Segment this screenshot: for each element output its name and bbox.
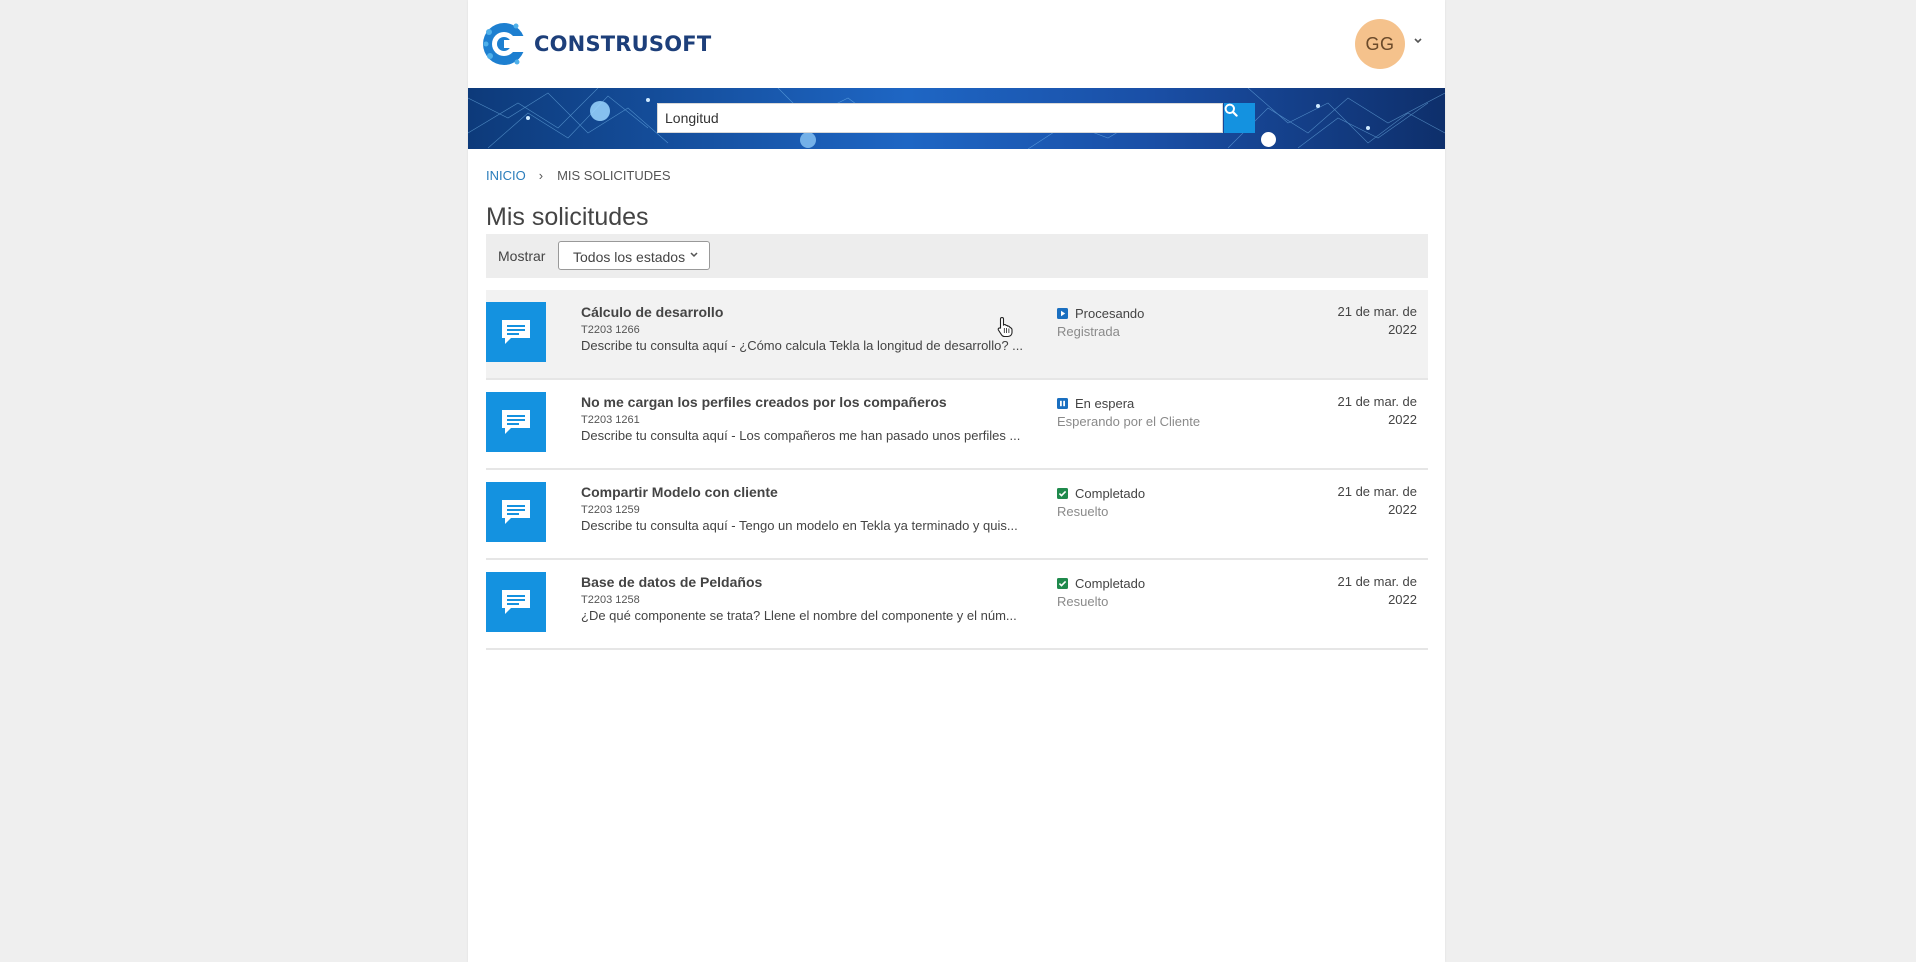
request-date-line2: 2022 xyxy=(1388,502,1417,517)
request-description: Describe tu consulta aquí - Los compañer… xyxy=(581,428,1021,443)
page-container: CONSTRUSOFT GG Longitud INICIO › MIS SOL… xyxy=(468,0,1445,962)
chat-icon xyxy=(486,482,546,542)
breadcrumb-home-link[interactable]: INICIO xyxy=(486,168,526,183)
user-avatar[interactable]: GG xyxy=(1355,19,1405,69)
chevron-down-icon[interactable] xyxy=(1413,37,1423,45)
request-status: En espera xyxy=(1057,396,1134,411)
search-button[interactable] xyxy=(1224,103,1255,133)
pause-icon xyxy=(1057,398,1068,409)
request-row[interactable]: Base de datos de Peldaños T2203 1258 ¿De… xyxy=(486,560,1428,650)
hand-cursor-icon xyxy=(997,316,1013,338)
request-date: 21 de mar. de 2022 xyxy=(1307,483,1418,519)
request-status: Completado xyxy=(1057,486,1145,501)
search-icon xyxy=(1224,103,1238,117)
breadcrumb: INICIO › MIS SOLICITUDES xyxy=(486,168,671,183)
construsoft-logo[interactable]: CONSTRUSOFT xyxy=(480,16,711,72)
filter-bar: Mostrar Todos los estados xyxy=(486,234,1428,278)
request-substatus: Resuelto xyxy=(1057,594,1109,609)
chevron-down-icon xyxy=(690,252,698,258)
request-date-line1: 21 de mar. de xyxy=(1337,304,1418,319)
request-date-line1: 21 de mar. de xyxy=(1337,574,1418,589)
brand-name: CONSTRUSOFT xyxy=(534,32,712,56)
request-row[interactable]: No me cargan los perfiles creados por lo… xyxy=(486,380,1428,470)
request-id: T2203 1261 xyxy=(581,414,640,426)
request-row[interactable]: Compartir Modelo con cliente T2203 1259 … xyxy=(486,470,1428,560)
request-title[interactable]: No me cargan los perfiles creados por lo… xyxy=(581,394,947,410)
request-date: 21 de mar. de 2022 xyxy=(1307,393,1418,429)
request-date-line1: 21 de mar. de xyxy=(1337,394,1418,409)
search-input[interactable] xyxy=(658,104,1212,132)
breadcrumb-current: MIS SOLICITUDES xyxy=(557,168,671,183)
check-icon xyxy=(1057,488,1068,499)
request-status-label: En espera xyxy=(1075,396,1135,411)
breadcrumb-separator: › xyxy=(538,168,544,183)
request-date-line2: 2022 xyxy=(1388,322,1417,337)
request-date-line2: 2022 xyxy=(1388,592,1417,607)
page-title: Mis solicitudes xyxy=(486,203,649,231)
header: CONSTRUSOFT GG xyxy=(468,0,1445,88)
request-date: 21 de mar. de 2022 xyxy=(1307,573,1418,609)
request-title[interactable]: Compartir Modelo con cliente xyxy=(581,484,778,500)
request-title[interactable]: Cálculo de desarrollo xyxy=(581,304,723,320)
request-status-label: Procesando xyxy=(1075,306,1145,321)
request-id: T2203 1258 xyxy=(581,594,640,606)
request-description: Describe tu consulta aquí - ¿Cómo calcul… xyxy=(581,338,1023,353)
request-status: Completado xyxy=(1057,576,1145,591)
request-id: T2203 1266 xyxy=(581,324,640,336)
request-date-line2: 2022 xyxy=(1388,412,1417,427)
request-date-line1: 21 de mar. de xyxy=(1337,484,1418,499)
chat-icon xyxy=(486,572,546,632)
status-filter-select[interactable]: Todos los estados xyxy=(558,241,710,270)
play-icon xyxy=(1057,308,1068,319)
chat-icon xyxy=(486,392,546,452)
request-date: 21 de mar. de 2022 xyxy=(1307,303,1418,339)
banner-indicator-dot xyxy=(1261,132,1276,147)
request-description: ¿De qué componente se trata? Llene el no… xyxy=(581,608,1017,623)
request-list: Cálculo de desarrollo T2203 1266 Describ… xyxy=(486,290,1428,650)
request-description: Describe tu consulta aquí - Tengo un mod… xyxy=(581,518,1018,533)
filter-label: Mostrar xyxy=(498,248,546,264)
request-substatus: Resuelto xyxy=(1057,504,1109,519)
request-row[interactable]: Cálculo de desarrollo T2203 1266 Describ… xyxy=(486,290,1428,380)
request-status-label: Completado xyxy=(1075,576,1146,591)
check-icon xyxy=(1057,578,1068,589)
request-title[interactable]: Base de datos de Peldaños xyxy=(581,574,762,590)
status-filter-value: Todos los estados xyxy=(573,249,686,265)
request-substatus: Registrada xyxy=(1057,324,1120,339)
chat-icon xyxy=(486,302,546,362)
search-field[interactable] xyxy=(657,103,1223,133)
request-status-label: Completado xyxy=(1075,486,1146,501)
request-id: T2203 1259 xyxy=(581,504,640,516)
search-banner xyxy=(468,88,1445,149)
request-status: Procesando xyxy=(1057,306,1144,321)
request-substatus: Esperando por el Cliente xyxy=(1057,414,1201,429)
logo-mark-icon xyxy=(483,23,524,65)
